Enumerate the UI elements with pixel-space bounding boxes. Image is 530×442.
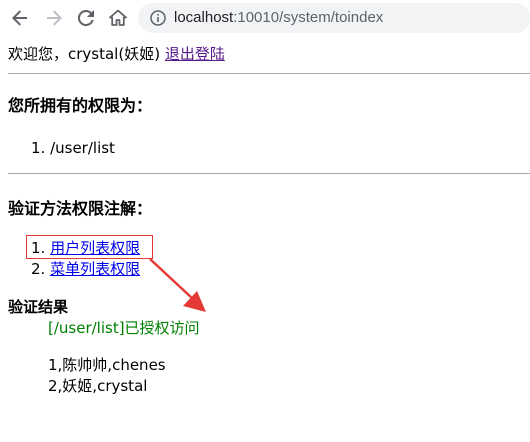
reload-icon: [78, 10, 94, 26]
welcome-text: 欢迎您，crystal(妖姬): [8, 45, 161, 63]
home-button[interactable]: [108, 8, 128, 28]
arrow-left-icon: [12, 10, 27, 26]
welcome-line: 欢迎您，crystal(妖姬) 退出登陆: [8, 44, 225, 64]
permissions-title: 您所拥有的权限为：: [8, 96, 153, 115]
permission-item: 1. /user/list: [31, 139, 115, 157]
page-content: 欢迎您，crystal(妖姬) 退出登陆 您所拥有的权限为： 1. /user/…: [0, 36, 530, 442]
verify-title: 验证方法权限注解：: [8, 199, 153, 218]
user-rows: 1,陈帅帅,chenes 2,妖姬,crystal: [48, 355, 166, 397]
divider: [8, 173, 530, 174]
address-bar[interactable]: localhost:10010/system/toindex: [138, 3, 530, 33]
result-title: 验证结果: [8, 298, 69, 316]
divider: [8, 73, 530, 74]
list-item: 1,陈帅帅,chenes: [48, 356, 166, 374]
info-circle-icon[interactable]: [150, 10, 166, 26]
browser-toolbar: localhost:10010/system/toindex: [0, 0, 530, 36]
list-item: 2. 菜单列表权限: [31, 259, 140, 280]
menu-list-permission-link[interactable]: 菜单列表权限: [50, 260, 140, 278]
result-message: [/user/list]已授权访问: [48, 319, 200, 337]
home-icon: [109, 9, 127, 26]
back-button[interactable]: [10, 8, 30, 28]
url-host: localhost: [174, 9, 234, 26]
url-text[interactable]: localhost:10010/system/toindex: [174, 9, 383, 27]
reload-button[interactable]: [76, 8, 96, 28]
url-port-path: :10010/system/toindex: [233, 9, 384, 26]
arrow-right-icon: [47, 10, 62, 26]
list-item: 2,妖姬,crystal: [48, 377, 148, 395]
forward-button[interactable]: [44, 8, 64, 28]
logout-link[interactable]: 退出登陆: [165, 45, 225, 63]
list-number: 2.: [31, 260, 46, 278]
annotation-highlight-box: [26, 235, 153, 259]
